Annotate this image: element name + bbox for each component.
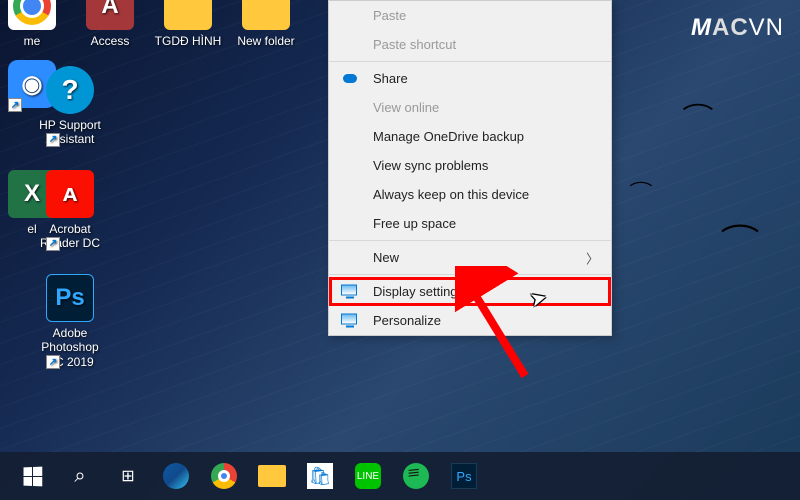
menu-item-personalize[interactable]: Personalize	[329, 306, 611, 335]
menu-separator	[329, 240, 611, 241]
shortcut-arrow-icon: ↗	[46, 237, 60, 251]
edge-icon	[163, 463, 189, 489]
icon-label: Access	[72, 34, 148, 48]
taskbar-app-edge[interactable]	[152, 452, 200, 500]
spotify-icon	[403, 463, 429, 489]
search-icon: ⌕	[74, 465, 85, 488]
desktop-icon-access[interactable]: A Access	[72, 0, 148, 48]
desktop-icon-folder-tgdd[interactable]: TGDĐ HÌNH	[150, 0, 226, 48]
menu-label: Paste	[373, 8, 406, 23]
taskbar: ⌕ ⊞ 🛍 LINE Ps	[0, 452, 800, 500]
desktop-area[interactable]: me A Access TGDĐ HÌNH New folder ◉↗ ?↗ H…	[0, 0, 800, 450]
monitor-icon	[341, 314, 357, 325]
menu-label: View sync problems	[373, 158, 488, 173]
taskbar-app-explorer[interactable]	[248, 452, 296, 500]
line-icon: LINE	[355, 463, 381, 489]
onedrive-icon	[341, 70, 359, 88]
taskbar-app-photoshop[interactable]: Ps	[440, 452, 488, 500]
menu-item-paste: Paste	[329, 1, 611, 30]
icon-label: Adobe Photoshop CC 2019	[32, 326, 108, 369]
menu-label: View online	[373, 100, 439, 115]
folder-icon	[258, 465, 286, 487]
menu-label: Free up space	[373, 216, 456, 231]
menu-item-new[interactable]: New 〉	[329, 243, 611, 272]
menu-separator	[329, 274, 611, 275]
desktop-icon-hp-support[interactable]: ?↗ HP Support Assistant	[32, 66, 108, 147]
menu-item-view-online: View online	[329, 93, 611, 122]
menu-label: Display settings	[373, 284, 464, 299]
taskbar-app-store[interactable]: 🛍	[296, 452, 344, 500]
icon-label: HP Support Assistant	[32, 118, 108, 147]
menu-item-display-settings[interactable]: Display settings	[329, 277, 611, 306]
menu-label: Always keep on this device	[373, 187, 529, 202]
menu-item-manage-backup[interactable]: Manage OneDrive backup	[329, 122, 611, 151]
desktop-icon-acrobat[interactable]: ᴀ↗ Acrobat Reader DC	[32, 170, 108, 251]
taskview-icon: ⊞	[121, 466, 134, 486]
desktop-icon-folder-new[interactable]: New folder	[228, 0, 304, 48]
menu-item-view-sync[interactable]: View sync problems	[329, 151, 611, 180]
desktop-icon-photoshop[interactable]: Ps↗ Adobe Photoshop CC 2019	[32, 274, 108, 369]
taskbar-app-spotify[interactable]	[392, 452, 440, 500]
menu-label: Manage OneDrive backup	[373, 129, 524, 144]
shortcut-arrow-icon: ↗	[8, 98, 22, 112]
shortcut-arrow-icon: ↗	[46, 355, 60, 369]
menu-label: Personalize	[373, 313, 441, 328]
chevron-right-icon: 〉	[586, 248, 599, 267]
menu-item-share[interactable]: Share	[329, 64, 611, 93]
taskview-button[interactable]: ⊞	[104, 452, 152, 500]
search-button[interactable]: ⌕	[56, 452, 104, 500]
chrome-icon	[211, 463, 237, 489]
taskbar-app-chrome[interactable]	[200, 452, 248, 500]
photoshop-icon: Ps	[451, 463, 477, 489]
monitor-icon	[341, 285, 357, 296]
menu-item-free-up[interactable]: Free up space	[329, 209, 611, 238]
menu-item-paste-shortcut: Paste shortcut	[329, 30, 611, 59]
icon-label: TGDĐ HÌNH	[150, 34, 226, 48]
taskbar-app-line[interactable]: LINE	[344, 452, 392, 500]
menu-label: Paste shortcut	[373, 37, 456, 52]
menu-label: Share	[373, 71, 408, 86]
shortcut-arrow-icon: ↗	[46, 133, 60, 147]
desktop-icon-chrome[interactable]: me	[0, 0, 70, 48]
icon-label: me	[0, 34, 70, 48]
windows-logo-icon	[23, 466, 42, 486]
start-button[interactable]	[8, 452, 56, 500]
menu-item-always-keep[interactable]: Always keep on this device	[329, 180, 611, 209]
icon-label: Acrobat Reader DC	[32, 222, 108, 251]
desktop-context-menu: Paste Paste shortcut Share View online M…	[328, 0, 612, 336]
store-icon: 🛍	[307, 463, 333, 489]
menu-label: New	[373, 250, 399, 265]
menu-separator	[329, 61, 611, 62]
icon-label: New folder	[228, 34, 304, 48]
